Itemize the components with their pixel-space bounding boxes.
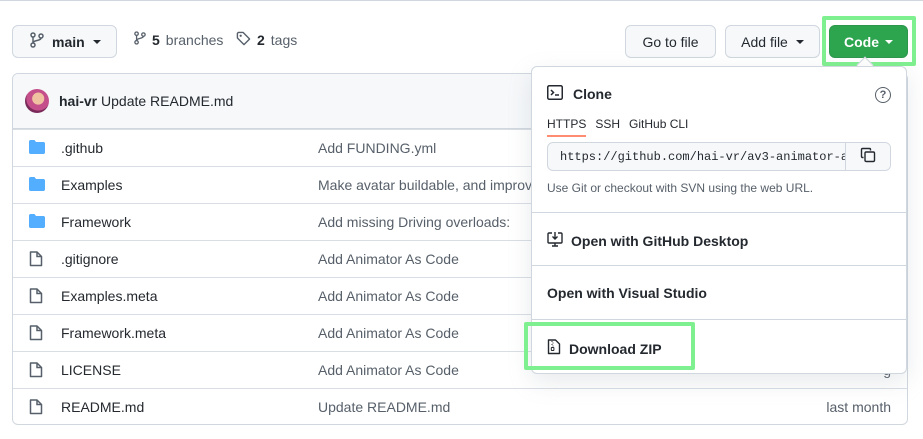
tab-https[interactable]: HTTPS [547,117,587,137]
terminal-icon [547,85,563,103]
git-branch-icon [30,32,44,51]
folder-icon [29,177,47,193]
go-to-file-button[interactable]: Go to file [625,25,716,58]
divider [532,265,906,266]
tab-github-cli[interactable]: GitHub CLI [629,117,688,137]
tags-label: tags [270,32,298,48]
file-icon [29,251,47,267]
file-name[interactable]: README.md [61,399,144,415]
file-name[interactable]: Examples.meta [61,288,157,304]
divider [532,319,906,320]
file-icon [29,362,47,378]
download-zip-highlight [524,322,695,370]
copy-icon [860,147,876,166]
file-commit-message[interactable]: Add FUNDING.yml [318,140,436,156]
clone-tabs: HTTPS SSH GitHub CLI [547,117,688,137]
branches-link[interactable]: 5 branches [134,31,223,48]
file-commit-message[interactable]: Add missing Driving overloads: [318,214,510,230]
tags-count: 2 [257,32,265,48]
desktop-download-icon [547,231,563,250]
divider [532,212,906,213]
file-commit-message[interactable]: Add Animator As Code [318,325,459,341]
file-icon [29,399,47,415]
add-file-label: Add file [741,33,788,50]
git-branch-icon [134,31,146,48]
file-icon [29,325,47,341]
file-name[interactable]: Examples [61,177,122,193]
folder-icon [29,140,47,156]
clone-hint: Use Git or checkout with SVN using the w… [547,181,814,195]
open-visual-studio-label: Open with Visual Studio [547,285,707,301]
branches-count: 5 [152,31,160,48]
file-name[interactable]: .gitignore [61,251,119,267]
branch-selector-button[interactable]: main [12,25,117,58]
file-commit-message[interactable]: Add Animator As Code [318,251,459,267]
clone-url-field[interactable]: https://github.com/hai-vr/av3-animator-a… [547,142,891,171]
file-name[interactable]: Framework [61,214,131,230]
file-name[interactable]: .github [61,140,103,156]
file-name[interactable]: Framework.meta [61,325,166,341]
chevron-down-icon [795,39,804,44]
tags-link[interactable]: 2 tags [236,31,297,49]
file-age: last month [826,399,891,415]
tag-icon [236,31,251,49]
table-row[interactable]: README.md Update README.md last month [13,388,907,424]
code-button-highlight [822,16,916,66]
commit-message[interactable]: Update README.md [101,93,233,109]
top-divider [0,0,923,1]
chevron-down-icon [92,39,101,44]
copy-button[interactable] [845,143,890,170]
folder-icon [29,214,47,230]
open-github-desktop-label: Open with GitHub Desktop [571,232,749,249]
clone-header: Clone [547,85,612,103]
go-to-file-label: Go to file [642,33,699,50]
commit-author[interactable]: hai-vr [59,93,97,109]
clone-title: Clone [573,86,612,102]
add-file-button[interactable]: Add file [725,25,820,58]
branches-label: branches [165,31,224,48]
avatar[interactable] [25,89,49,113]
open-github-desktop-item[interactable]: Open with GitHub Desktop [547,231,748,250]
file-commit-message[interactable]: Add Animator As Code [318,288,459,304]
open-visual-studio-item[interactable]: Open with Visual Studio [547,285,707,301]
clone-url-text[interactable]: https://github.com/hai-vr/av3-animator-a… [560,150,845,164]
file-commit-message[interactable]: Make avatar buildable, and improv [318,177,532,193]
file-commit-message[interactable]: Update README.md [318,399,450,415]
file-commit-message[interactable]: Add Animator As Code [318,362,459,378]
tab-ssh[interactable]: SSH [595,117,620,137]
question-icon[interactable]: ? [875,87,891,103]
file-name[interactable]: LICENSE [61,362,121,378]
branch-name: main [52,33,85,50]
file-icon [29,288,47,304]
